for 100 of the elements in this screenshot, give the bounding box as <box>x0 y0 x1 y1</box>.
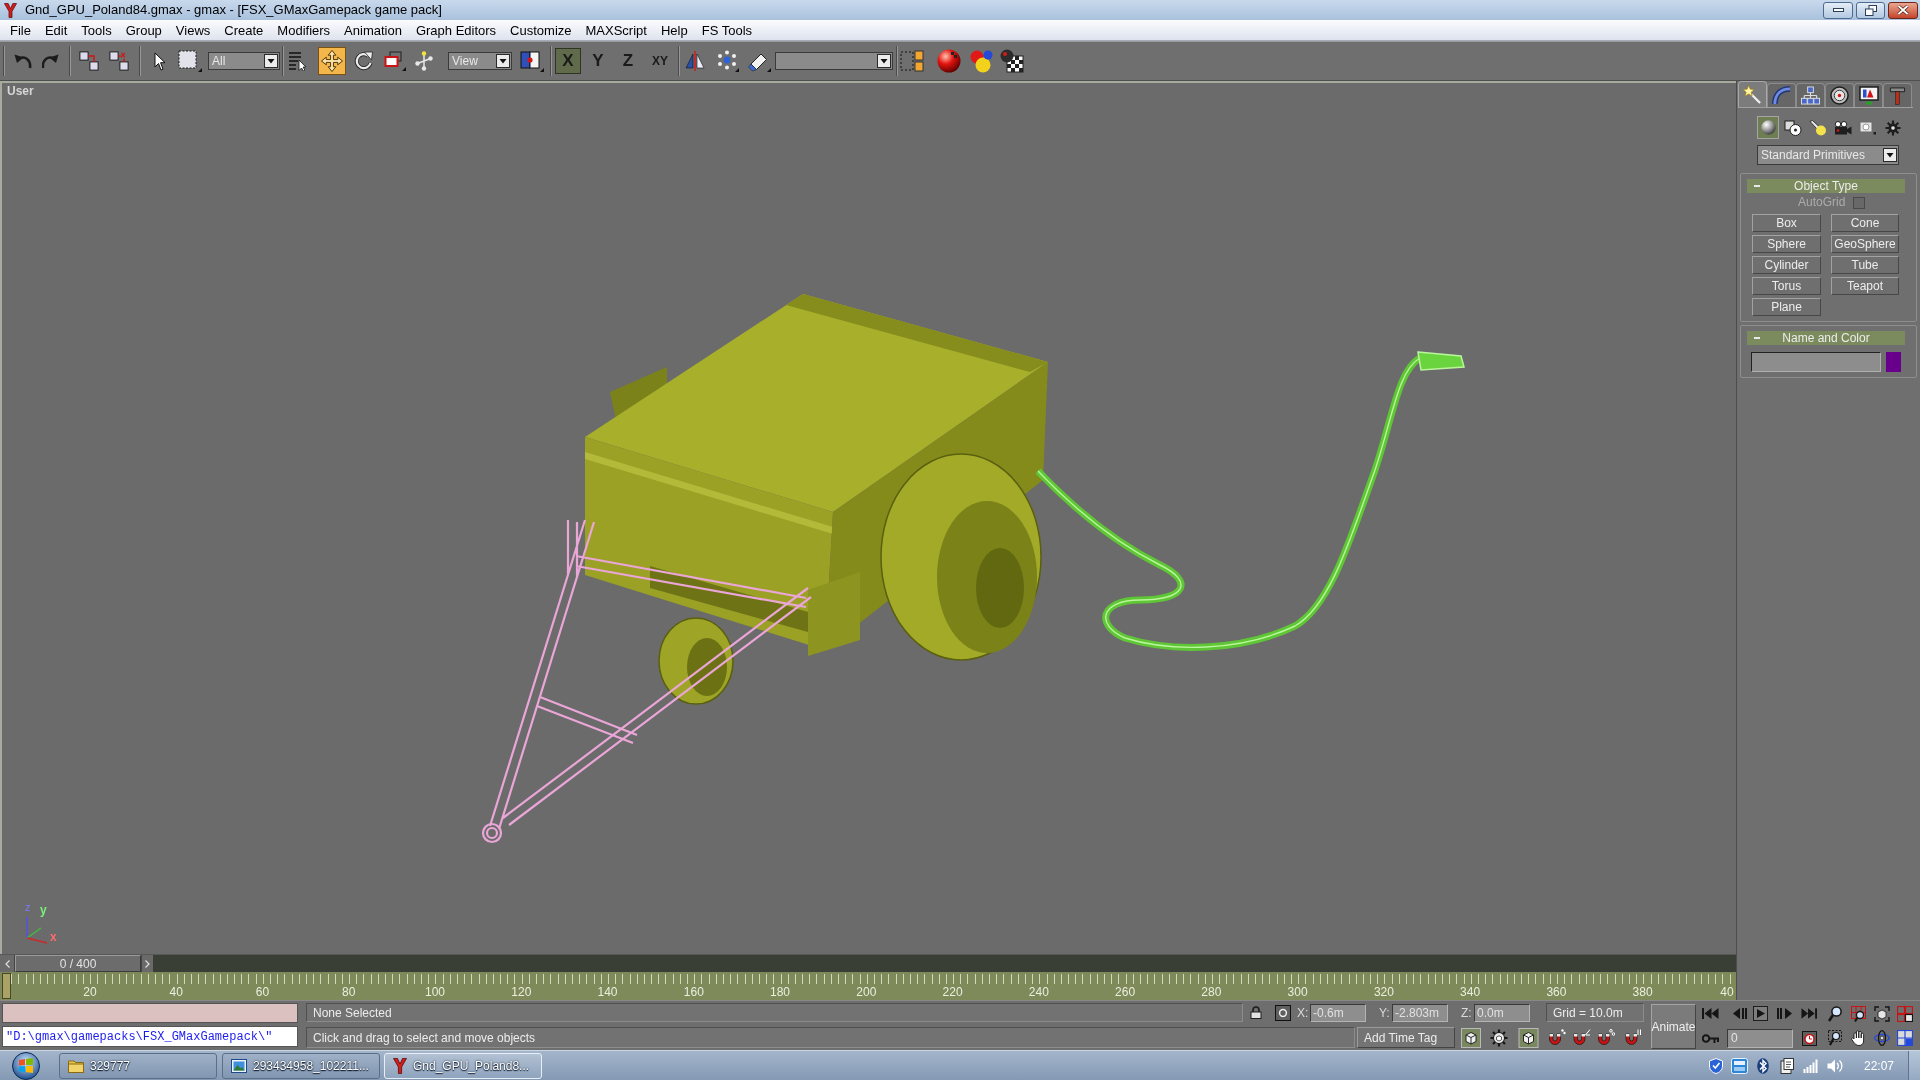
magnet-icon[interactable] <box>1548 1028 1566 1047</box>
checker-sphere-icon[interactable] <box>1000 49 1024 73</box>
dot-axes-icon[interactable] <box>415 51 433 71</box>
unlinked-squares-icon[interactable] <box>109 51 129 71</box>
next-frame-icon[interactable] <box>1777 1008 1793 1019</box>
show-desktop-button[interactable] <box>1908 1050 1920 1080</box>
magnet-icon[interactable] <box>1624 1028 1643 1047</box>
taskbar-button[interactable]: 329777 <box>59 1052 217 1079</box>
magnifier-grid-icon[interactable] <box>1851 1005 1866 1022</box>
taskbar-button[interactable]: 293434958_102211... <box>222 1052 380 1079</box>
grid-squares-icon[interactable] <box>1897 1005 1913 1022</box>
time-slider-thumb[interactable]: 0 / 400 <box>15 955 141 972</box>
rollout-header[interactable]: Object Type <box>1747 179 1905 193</box>
speaker-icon[interactable] <box>1826 1058 1843 1073</box>
axis-constraint-button[interactable]: XY <box>646 48 674 74</box>
menu-item[interactable]: FS Tools <box>694 20 760 40</box>
skip-to-start-icon[interactable] <box>1702 1008 1719 1019</box>
window-squares-icon[interactable] <box>1897 1030 1913 1046</box>
primitive-button[interactable]: Plane <box>1752 298 1821 316</box>
panel-tab[interactable] <box>1825 83 1854 107</box>
previous-frame-icon[interactable] <box>1732 1008 1747 1019</box>
menu-item[interactable]: MAXScript <box>578 20 654 40</box>
magnifier-icon[interactable] <box>1828 1005 1842 1022</box>
menu-item[interactable]: Animation <box>337 20 409 40</box>
shield-icon[interactable] <box>1708 1057 1723 1074</box>
documents-icon[interactable] <box>1779 1057 1794 1074</box>
object-class-dropdown[interactable]: Standard Primitives <box>1757 145 1899 165</box>
time-marker[interactable] <box>2 973 11 999</box>
menu-item[interactable]: Edit <box>37 20 75 40</box>
viewport-label[interactable]: User <box>7 84 34 98</box>
listener-output-field[interactable] <box>2 1003 298 1023</box>
primitive-button[interactable]: Torus <box>1752 277 1821 295</box>
add-time-tag-button[interactable]: Add Time Tag <box>1357 1027 1455 1048</box>
primitive-button[interactable]: Cone <box>1831 214 1899 232</box>
rollout-header[interactable]: Name and Color <box>1747 331 1905 345</box>
slider-left-button[interactable] <box>0 955 15 972</box>
menu-item[interactable]: Create <box>217 20 271 40</box>
redo-icon[interactable] <box>42 53 60 69</box>
undo-icon[interactable] <box>14 53 32 69</box>
signal-bars-icon[interactable] <box>1802 1058 1818 1073</box>
orbit-icon[interactable] <box>1874 1030 1890 1046</box>
ring-in-square-icon[interactable] <box>1275 1004 1291 1021</box>
hand-icon[interactable] <box>1851 1030 1866 1046</box>
move-tool-button[interactable] <box>318 47 346 75</box>
primitive-button[interactable]: Cylinder <box>1752 256 1821 274</box>
restore-button[interactable] <box>1856 1 1885 19</box>
primitive-button[interactable]: Tube <box>1831 256 1899 274</box>
magnet-icon[interactable] <box>1597 1028 1615 1047</box>
menu-item[interactable]: Help <box>653 20 695 40</box>
name-field[interactable] <box>1751 352 1881 372</box>
dashed-magnifier-icon[interactable] <box>1828 1030 1842 1046</box>
menu-item[interactable]: Tools <box>74 20 119 40</box>
coordinate-field[interactable]: 0.0m <box>1474 1003 1530 1022</box>
animate-button[interactable]: Animate <box>1651 1004 1696 1049</box>
key-icon[interactable] <box>1702 1033 1719 1043</box>
selection-filter-dropdown[interactable]: All <box>208 52 280 70</box>
three-spheres-icon[interactable] <box>969 49 993 73</box>
menu-item[interactable]: Views <box>168 20 218 40</box>
listener-input-field[interactable]: "D:\gmax\gamepacks\FSX_GMaxGamepack\" <box>2 1026 298 1047</box>
cube-frame-icon[interactable] <box>1874 1005 1890 1022</box>
frame-field[interactable]: 0 <box>1727 1028 1793 1048</box>
panel-tab[interactable] <box>1854 83 1883 107</box>
play-icon[interactable] <box>1753 1006 1768 1021</box>
viewport[interactable]: User z y x <box>0 81 1736 954</box>
clock-icon[interactable] <box>1802 1030 1817 1046</box>
linked-squares-icon[interactable] <box>79 51 99 71</box>
close-button[interactable] <box>1888 1 1918 19</box>
mirror-triangles-icon[interactable] <box>685 51 705 71</box>
coordinate-field[interactable]: -2.803m <box>1392 1003 1448 1022</box>
time-ruler[interactable]: 20 40 60 80 100 120 140 160 180 200 220 240 260 280 300 320 340 360 380 40 <box>0 972 1736 1000</box>
primitive-button[interactable]: Sphere <box>1752 235 1821 253</box>
time-slider-track[interactable]: 0 / 400 <box>0 954 1736 972</box>
axis-constraint-button[interactable]: Y <box>586 48 610 74</box>
shaded-sphere-icon[interactable] <box>937 49 961 73</box>
striped-badge-icon[interactable] <box>1730 1057 1748 1074</box>
color-swatch-icon[interactable] <box>1886 352 1901 372</box>
split-rectangle-icon[interactable] <box>520 50 544 72</box>
named-selection-dropdown[interactable] <box>775 52 893 70</box>
menu-item[interactable]: Customize <box>503 20 579 40</box>
coordinate-system-dropdown[interactable]: View <box>448 52 512 70</box>
axis-constraint-button[interactable]: Z <box>616 48 640 74</box>
flag-orb-icon[interactable] <box>11 1051 41 1080</box>
axis-constraint-button[interactable]: X <box>555 48 581 74</box>
menu-item[interactable]: Group <box>118 20 169 40</box>
dashed-rectangle-icon[interactable] <box>178 50 202 72</box>
cog-cube-icon[interactable] <box>1490 1028 1508 1047</box>
dot-cluster-icon[interactable] <box>717 50 739 72</box>
bluetooth-icon[interactable] <box>1756 1057 1769 1074</box>
menu-item[interactable]: Modifiers <box>270 20 338 40</box>
minimize-button[interactable] <box>1823 1 1853 19</box>
menu-item[interactable]: File <box>3 20 38 40</box>
dotted-frame-icon[interactable] <box>900 49 924 73</box>
coordinate-field[interactable]: -0.6m <box>1310 1003 1366 1022</box>
primitive-button[interactable]: GeoSphere <box>1831 235 1899 253</box>
skip-to-end-icon[interactable] <box>1801 1008 1817 1019</box>
list-pointer-icon[interactable] <box>288 51 306 71</box>
clock[interactable]: 22:07 <box>1863 1056 1894 1075</box>
cube-tile-icon[interactable] <box>1518 1027 1539 1048</box>
menu-item[interactable]: Graph Editors <box>408 20 504 40</box>
slider-right-button[interactable] <box>141 955 153 972</box>
